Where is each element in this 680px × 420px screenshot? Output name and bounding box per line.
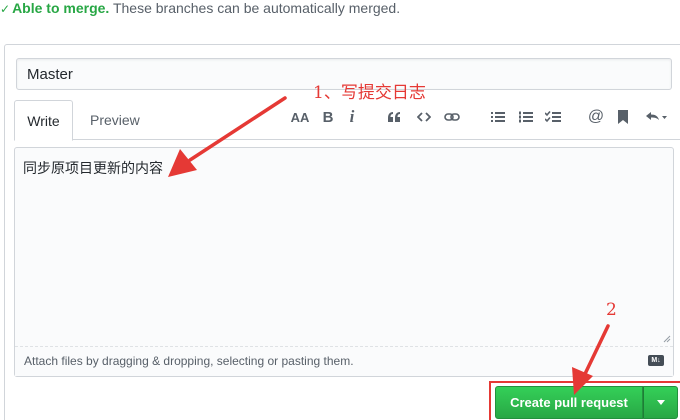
link-icon[interactable] <box>442 104 462 130</box>
numbered-list-icon[interactable] <box>516 104 536 130</box>
tab-write[interactable]: Write <box>14 100 73 141</box>
italic-icon[interactable]: i <box>342 104 362 130</box>
merge-status: ✓ Able to merge. These branches can be au… <box>0 0 400 18</box>
markdown-toolbar: AA B i @ <box>0 104 680 130</box>
annotation-step-2: 2 <box>606 300 617 320</box>
markdown-icon: M↓ <box>648 355 664 366</box>
bulleted-list-icon[interactable] <box>488 104 508 130</box>
merge-description: These branches can be automatically merg… <box>112 0 401 16</box>
quote-icon[interactable] <box>384 104 404 130</box>
mention-icon[interactable]: @ <box>586 104 606 130</box>
attach-hint: Attach files by dragging & dropping, sel… <box>24 354 354 368</box>
check-icon: ✓ <box>0 2 11 16</box>
annotation-highlight-box <box>489 381 680 420</box>
annotation-step-1: 1、写提交日志 <box>313 83 426 103</box>
reply-icon[interactable] <box>643 104 669 130</box>
comment-textarea[interactable]: 同步原项目更新的内容 Attach files by dragging & dr… <box>14 147 674 377</box>
bookmark-icon[interactable] <box>613 104 633 130</box>
merge-ok-label: Able to merge. <box>12 0 110 16</box>
comment-text: 同步原项目更新的内容 <box>23 161 163 177</box>
bold-icon[interactable]: B <box>318 104 338 130</box>
attach-files-bar[interactable]: Attach files by dragging & dropping, sel… <box>15 346 673 376</box>
resize-grip-icon[interactable] <box>663 335 671 343</box>
code-icon[interactable] <box>414 104 434 130</box>
task-list-icon[interactable] <box>543 104 563 130</box>
text-size-icon[interactable]: AA <box>289 104 311 130</box>
